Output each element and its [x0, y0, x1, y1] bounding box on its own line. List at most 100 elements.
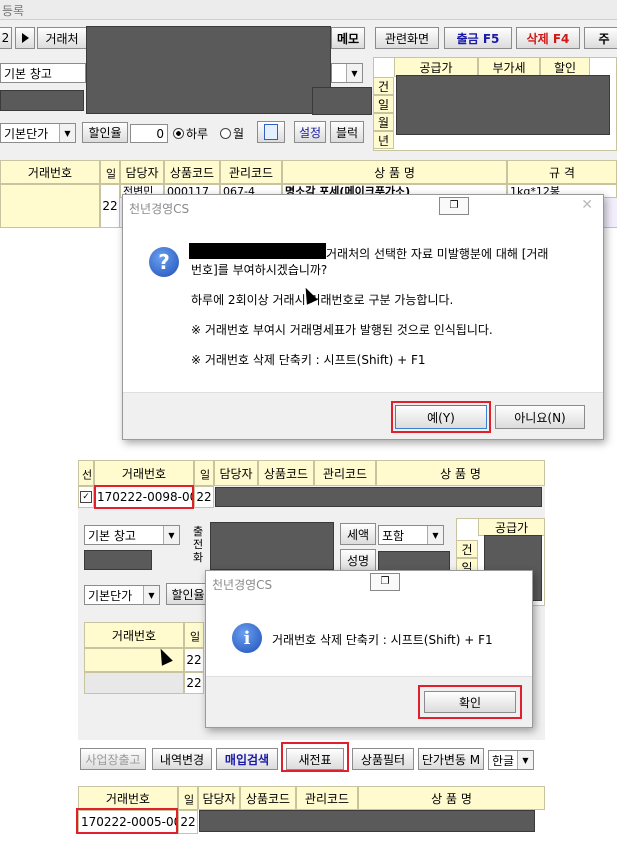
radio-empty-icon: [220, 128, 231, 139]
mid2-row1-day[interactable]: 22: [184, 648, 204, 672]
next-button[interactable]: [15, 27, 35, 49]
mid2-row2-day[interactable]: 22: [184, 672, 204, 694]
side-label-phone-b: 화: [192, 551, 204, 564]
discount-label: 할인율: [82, 122, 128, 143]
grid-header-day: 일: [100, 160, 120, 184]
delete-button[interactable]: 삭제 F4: [516, 27, 580, 49]
bottom-row-day[interactable]: 22: [178, 810, 198, 834]
unit-price-combo[interactable]: 기본단가 ▼: [0, 123, 76, 143]
dialog-close-icon[interactable]: ✕: [581, 197, 593, 213]
summary-header-vat: 부가세: [478, 57, 540, 77]
chevron-down-icon[interactable]: ▼: [59, 124, 75, 142]
bottom-header-product-name: 상 품 명: [358, 786, 545, 810]
chevron-down-icon[interactable]: ▼: [346, 64, 362, 82]
summary-row-year: 년: [373, 131, 394, 149]
warehouse-combo[interactable]: 기본 창고: [0, 63, 86, 83]
window-title: 등록: [2, 4, 25, 18]
dialog-title: 천년경영CS: [129, 202, 190, 216]
related-screen-button[interactable]: 관련화면: [375, 27, 439, 49]
question-icon: ?: [149, 247, 179, 277]
info-restore-icon[interactable]: ❐: [370, 573, 400, 591]
ok-button[interactable]: 확인: [424, 691, 516, 713]
partial-button[interactable]: 주: [584, 27, 617, 49]
play-icon: [21, 33, 29, 43]
new-slip-button[interactable]: 새전표: [286, 748, 344, 770]
mid-row-checkbox-cell[interactable]: ✓: [78, 486, 94, 508]
counter-field[interactable]: 2: [0, 27, 12, 49]
summary-redacted: [396, 75, 610, 135]
mid2-row2-number[interactable]: [84, 672, 184, 694]
price-change-button[interactable]: 단가변동 M: [418, 748, 484, 770]
checkbox-checked-icon[interactable]: ✓: [80, 491, 92, 503]
mid-header-manager: 담당자: [214, 460, 258, 486]
dialog-line5: ※ 거래번호 삭제 단축키 : 시프트(Shift) + F1: [191, 353, 426, 367]
memo-button[interactable]: 메모: [331, 27, 365, 49]
summary-header-supply: 공급가: [394, 57, 478, 77]
info-dialog: 천년경영CS ❐ i 거래번호 삭제 단축키 : 시프트(Shift) + F1…: [205, 570, 533, 728]
warehouse-value: 기본 창고: [4, 66, 52, 81]
bottom-number-highlight: [76, 808, 178, 834]
side-label-phone-a: 전: [192, 538, 204, 551]
mid-header-product-code: 상품코드: [258, 460, 314, 486]
dialog-line4: ※ 거래번호 부여시 거래명세표가 발행된 것으로 인식됩니다.: [191, 323, 493, 337]
grid-row-day[interactable]: 22: [100, 184, 120, 228]
vendor-name-redacted: [189, 243, 326, 259]
bottom-header-manager: 담당자: [198, 786, 240, 810]
dialog-line1: 거래처의 선택한 자료 미발행분에 대해 [거래: [326, 247, 549, 261]
grid-header-number: 거래번호: [0, 160, 100, 184]
mid2-header-number: 거래번호: [84, 622, 184, 648]
summary-row-day: 일: [373, 95, 394, 113]
output-button[interactable]: 출금 F5: [444, 27, 512, 49]
chevron-down-icon[interactable]: ▼: [163, 526, 179, 544]
summary-header-discount: 할인: [540, 57, 590, 77]
mid-warehouse-combo[interactable]: 기본 창고 ▼: [84, 525, 180, 545]
chevron-down-icon[interactable]: ▼: [517, 751, 533, 769]
summary-row-month: 월: [373, 113, 394, 131]
info-dialog-title: 천년경영CS: [212, 578, 273, 592]
vendor-combo[interactable]: ▼: [331, 63, 363, 83]
info-icon: i: [232, 623, 262, 653]
dialog-restore-icon[interactable]: ❐: [439, 197, 469, 215]
grid-header-product-name: 상 품 명: [282, 160, 507, 184]
radio-month[interactable]: 월: [220, 125, 244, 142]
history-change-button[interactable]: 내역변경: [152, 748, 212, 770]
no-button[interactable]: 아니요(N): [495, 405, 585, 429]
product-filter-button[interactable]: 상품필터: [352, 748, 414, 770]
mid-discount-label: 할인율: [166, 583, 210, 605]
settings-button[interactable]: 설정: [294, 121, 326, 143]
mid-header-day: 일: [194, 460, 214, 486]
chevron-down-icon[interactable]: ▼: [427, 526, 443, 544]
grid-header-mgmt-code: 관리코드: [220, 160, 282, 184]
mid-unit-price-combo[interactable]: 기본단가 ▼: [84, 585, 160, 605]
name-label: 성명: [340, 549, 376, 571]
export-button[interactable]: [257, 121, 285, 143]
site-output-button[interactable]: 사업장출고: [80, 748, 146, 770]
mid-warehouse-value: 기본 창고: [88, 528, 136, 543]
radio-day[interactable]: 하루: [173, 125, 208, 142]
discount-input[interactable]: 0: [130, 124, 168, 143]
summary-row-count: 건: [373, 77, 394, 95]
bottom-row-redacted: [199, 810, 535, 832]
chevron-down-icon[interactable]: ▼: [143, 586, 159, 604]
radio-selected-icon: [173, 128, 184, 139]
block-button[interactable]: 블럭: [330, 121, 364, 143]
grid-header-product-code: 상품코드: [164, 160, 220, 184]
mid-summary-header: 공급가: [478, 518, 545, 536]
language-combo[interactable]: 한글 ▼: [488, 750, 534, 770]
mid-row-day[interactable]: 22: [194, 486, 214, 508]
bottom-header-number: 거래번호: [78, 786, 178, 810]
tax-combo[interactable]: 포함 ▼: [378, 525, 444, 545]
yes-button[interactable]: 예(Y): [395, 405, 487, 429]
mid-side-labels: 출 전 화: [190, 525, 206, 575]
language-value: 한글: [492, 753, 515, 768]
side-label-out: 출: [192, 525, 204, 538]
mid2-header-day: 일: [184, 622, 204, 648]
grid-row-number[interactable]: [0, 184, 100, 228]
export-icon: [264, 124, 278, 140]
mid-redacted-vendor: [210, 522, 334, 570]
grid-header-spec: 규 격: [507, 160, 617, 184]
dialog-line2: 번호]를 부여하시겠습니까?: [191, 263, 328, 277]
vendor-label: 거래처: [37, 27, 87, 49]
purchase-search-button[interactable]: 매입검색: [216, 748, 278, 770]
mid-summary-row-count: 건: [456, 540, 478, 558]
